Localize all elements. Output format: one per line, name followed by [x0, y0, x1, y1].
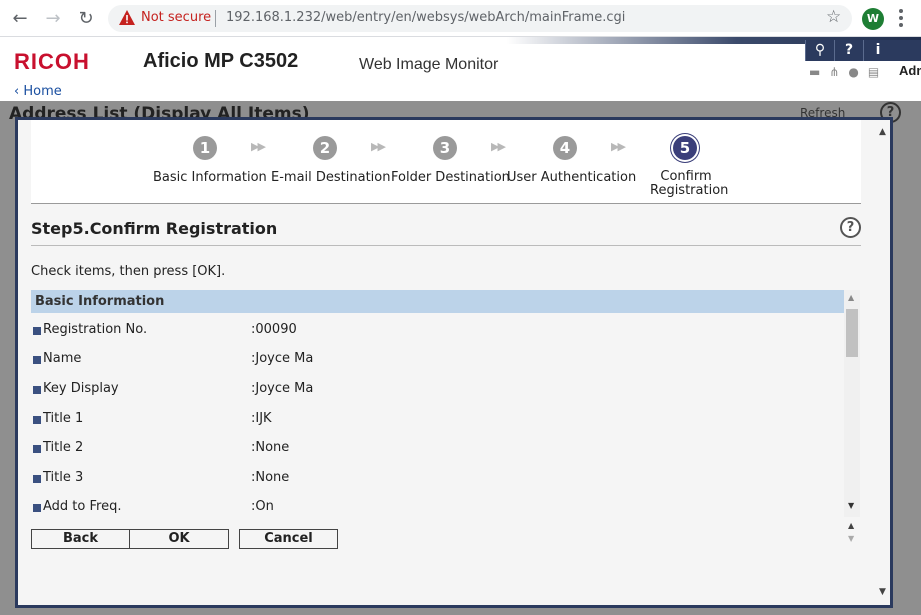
bullet-icon: [33, 475, 41, 483]
user-icon[interactable]: ●: [848, 65, 858, 79]
list-scrollbar[interactable]: ▲ ▼: [844, 290, 860, 517]
section-header: Basic Information: [31, 290, 844, 313]
url-text[interactable]: 192.168.1.232/web/entry/en/websys/webArc…: [226, 10, 625, 25]
dialog-scroll-up-icon[interactable]: ▲: [879, 127, 886, 137]
scroll-down-icon[interactable]: ▼: [848, 501, 854, 510]
help-icon[interactable]: ?: [840, 217, 861, 238]
step-1-label: Basic Information: [153, 170, 267, 185]
browser-menu-icon[interactable]: [899, 9, 903, 27]
step-1-circle: 1: [193, 136, 217, 160]
help-icon[interactable]: ?: [834, 40, 863, 61]
scroll-up-icon[interactable]: ▲: [848, 293, 854, 302]
step-arrow-icon: ▶▶: [251, 140, 266, 153]
list-item: Registration No. :00090: [31, 320, 844, 340]
bullet-icon: [33, 356, 41, 364]
home-row: [0, 84, 921, 101]
warning-icon: [119, 10, 135, 25]
step-arrow-icon: ▶▶: [611, 140, 626, 153]
step-arrow-icon: ▶▶: [371, 140, 386, 153]
reload-icon[interactable]: ↻: [75, 8, 97, 30]
wizard-steps: [31, 120, 861, 204]
back-button[interactable]: Back: [31, 529, 130, 549]
step-5-circle: 5: [673, 136, 697, 160]
list-item: Title 1 :IJK: [31, 409, 844, 429]
list-item: Name :Joyce Ma: [31, 349, 844, 369]
ok-button[interactable]: OK: [129, 529, 229, 549]
url-separator: [215, 10, 216, 27]
header-status-icons: ▬ ⋔ ● ▤: [809, 65, 888, 79]
scroll-down-icon[interactable]: ▼: [848, 534, 854, 543]
step-2-label: E-mail Destination: [271, 170, 391, 185]
printer-status-icon[interactable]: ▬: [809, 65, 820, 79]
forward-arrow-icon[interactable]: →: [42, 8, 64, 30]
bookmark-star-icon[interactable]: ☆: [826, 7, 841, 27]
bullet-icon: [33, 504, 41, 512]
search-icon[interactable]: ⚲: [805, 40, 834, 61]
network-icon[interactable]: ⋔: [829, 65, 839, 79]
list-item: Title 3 :None: [31, 468, 844, 488]
step-arrow-icon: ▶▶: [491, 140, 506, 153]
bullet-icon: [33, 327, 41, 335]
bullet-icon: [33, 416, 41, 424]
step-3-label: Folder Destination: [391, 170, 510, 185]
chevron-left-icon: ‹: [14, 84, 24, 99]
profile-avatar[interactable]: W: [862, 8, 884, 30]
browser-toolbar: ← → ↻ Not secure 192.168.1.232/web/entry…: [0, 0, 921, 37]
step-4-circle: 4: [553, 136, 577, 160]
header-band: [0, 37, 921, 44]
home-link[interactable]: ‹ Home: [14, 84, 62, 99]
header-tools: ⚲ ? i: [805, 40, 921, 61]
instruction-text: Check items, then press [OK].: [31, 264, 226, 279]
not-secure-label[interactable]: Not secure: [141, 10, 211, 25]
confirm-list[interactable]: Basic Information Registration No. :0009…: [31, 290, 860, 517]
bullet-icon: [33, 386, 41, 394]
info-icon[interactable]: i: [863, 40, 892, 61]
step-4-label: User Authentication: [507, 170, 637, 185]
back-arrow-icon[interactable]: ←: [9, 8, 31, 30]
list-item: Key Display :Joyce Ma: [31, 379, 844, 399]
user-label: Adm: [899, 63, 921, 78]
title-divider: [31, 245, 861, 246]
step-5-label: Confirm Registration: [650, 169, 729, 198]
product-name: Web Image Monitor: [359, 56, 499, 73]
dialog-title: Step5.Confirm Registration: [31, 219, 278, 238]
scroll-up-icon[interactable]: ▲: [848, 521, 854, 530]
step-2-circle: 2: [313, 136, 337, 160]
dialog-scroll-down-icon[interactable]: ▼: [879, 587, 886, 597]
brand-logo: RICOH: [14, 49, 90, 74]
bullet-icon: [33, 445, 41, 453]
document-icon[interactable]: ▤: [868, 65, 879, 79]
address-bar[interactable]: Not secure 192.168.1.232/web/entry/en/we…: [108, 5, 852, 32]
list-item: Title 2 :None: [31, 438, 844, 458]
button-area-scroller[interactable]: ▲ ▼: [845, 519, 859, 547]
list-item: Add to Freq. :On: [31, 497, 844, 517]
scroll-thumb[interactable]: [846, 309, 858, 357]
step-3-circle: 3: [433, 136, 457, 160]
model-name: Aficio MP C3502: [143, 50, 299, 72]
cancel-button[interactable]: Cancel: [239, 529, 338, 549]
